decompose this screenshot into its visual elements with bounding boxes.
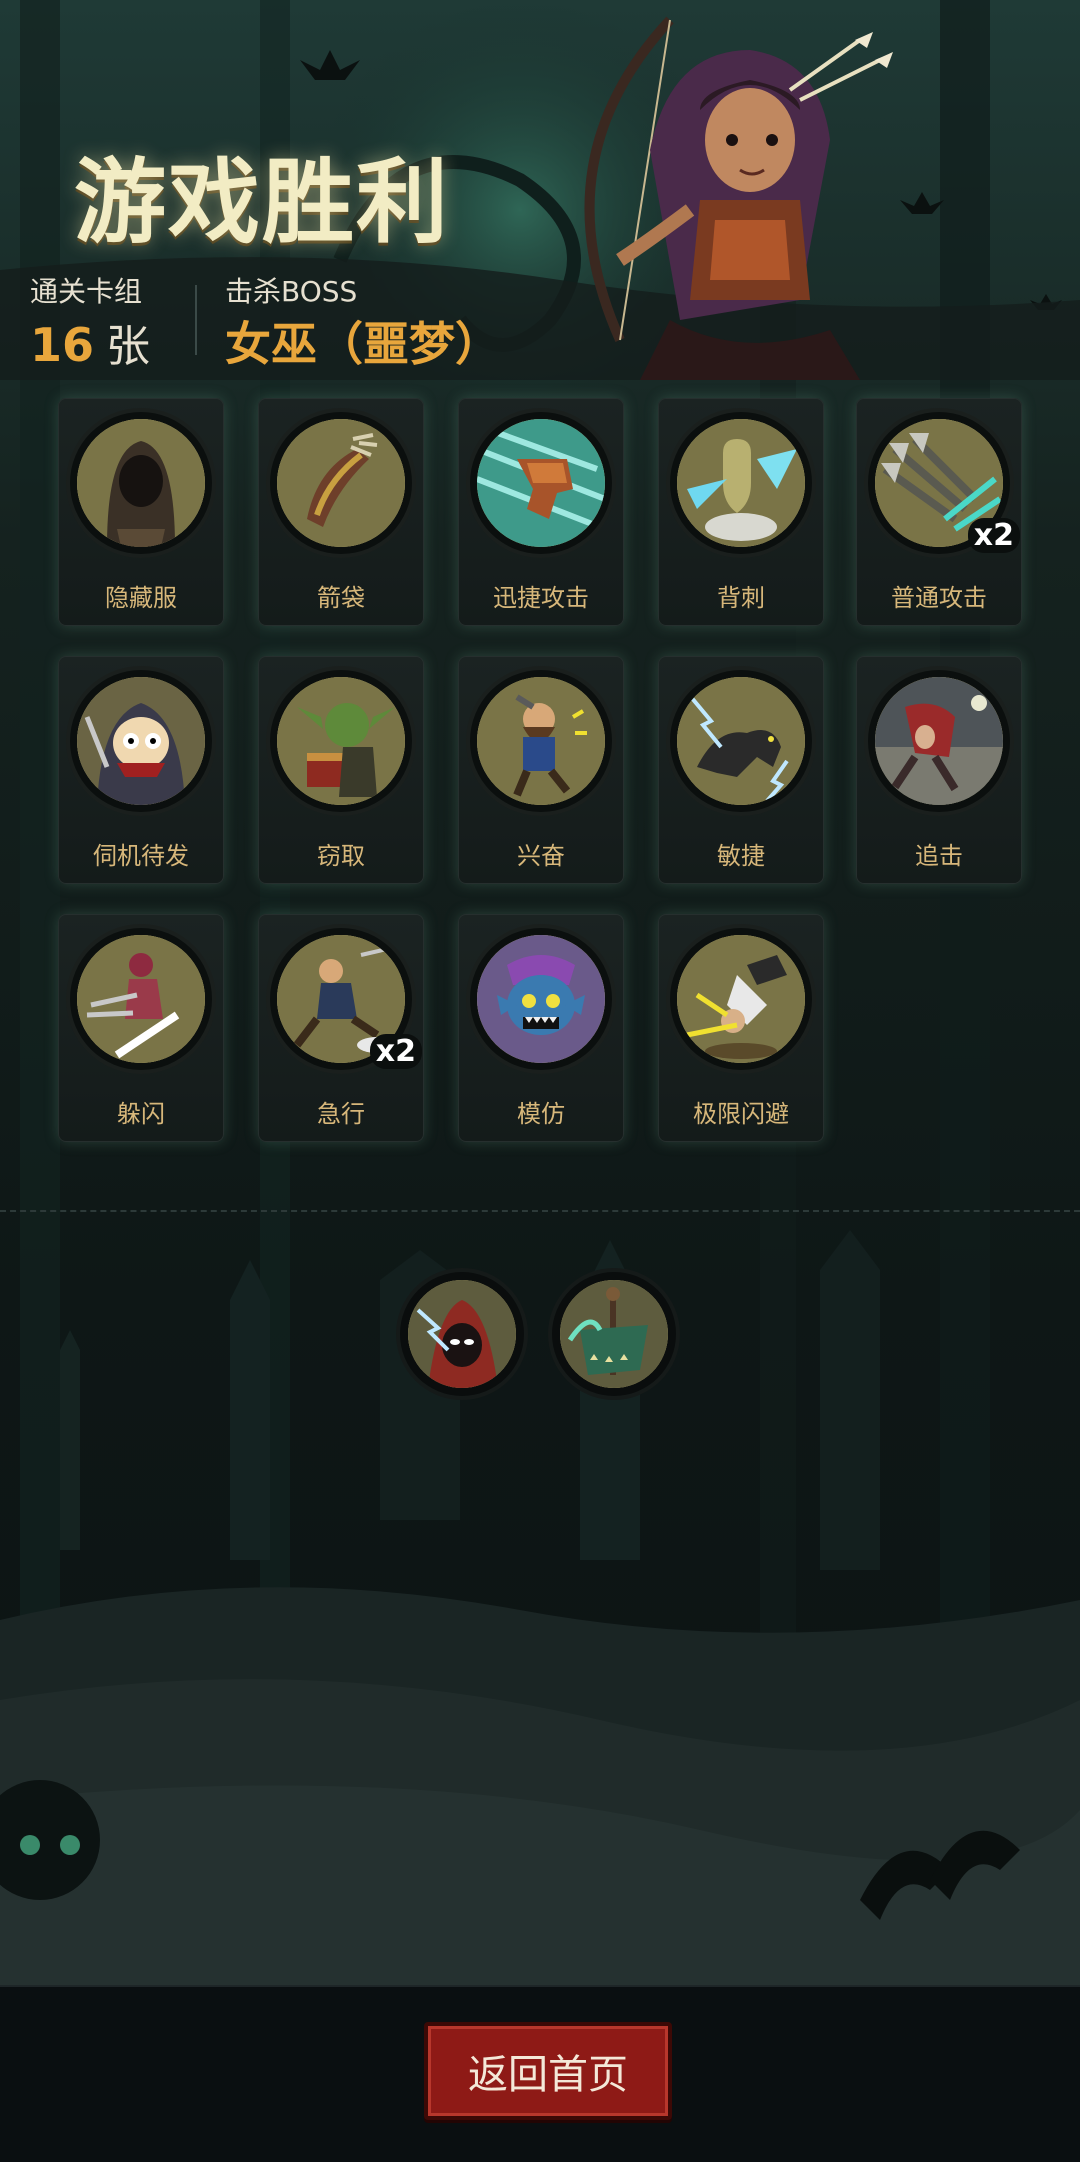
deck-card[interactable]: 模仿 [458,914,624,1142]
card-label: 迅捷攻击 [493,584,589,612]
relic-green-banner[interactable] [552,1272,676,1396]
card-frame [270,412,412,554]
deck-card[interactable]: 箭袋 [258,398,424,626]
deck-card[interactable]: 窃取 [258,656,424,884]
card-label: 敏捷 [717,842,765,870]
card-label: 隐藏服 [105,584,177,612]
card-frame [70,670,212,812]
card-label: 极限闪避 [693,1100,789,1128]
deck-card[interactable]: x2 急行 [258,914,424,1142]
card-label: 急行 [317,1100,365,1128]
deck-count: 16 张 [30,318,151,372]
section-divider [0,1210,1080,1212]
card-frame [670,412,812,554]
extreme-dodge-icon [677,935,805,1063]
deck-card[interactable]: 兴奋 [458,656,624,884]
relic-lightning-hood[interactable] [400,1272,524,1396]
deck-card[interactable]: 追击 [856,656,1022,884]
deck-card[interactable]: 伺机待发 [58,656,224,884]
return-home-button[interactable]: 返回首页 [424,2022,672,2120]
card-label: 窃取 [317,842,365,870]
card-label: 模仿 [517,1100,565,1128]
swift-strike-icon [477,419,605,547]
card-frame [470,928,612,1070]
card-frame [70,928,212,1070]
goblin-thief-icon [277,677,405,805]
deck-card[interactable]: 躲闪 [58,914,224,1142]
deck-card[interactable]: x2 普通攻击 [856,398,1022,626]
card-label: 追击 [915,842,963,870]
card-frame [470,670,612,812]
card-label: 背刺 [717,584,765,612]
victory-title: 游戏胜利 [74,149,451,256]
dodge-icon [77,935,205,1063]
deck-card[interactable]: 敏捷 [658,656,824,884]
card-label: 伺机待发 [93,842,189,870]
backstab-icon [677,419,805,547]
ready-archer-icon [77,677,205,805]
card-label: 躲闪 [117,1100,165,1128]
card-count-badge: x2 [967,518,1020,553]
lightning-hood-relic-icon [408,1280,516,1388]
deck-card[interactable]: 迅捷攻击 [458,398,624,626]
quiver-icon [277,419,405,547]
boss-label: 击杀BOSS [225,275,358,308]
deck-card[interactable]: 背刺 [658,398,824,626]
stats-divider [195,285,197,355]
card-label: 普通攻击 [891,584,987,612]
deck-label: 通关卡组 [30,275,143,308]
card-label: 箭袋 [317,584,365,612]
deck-card[interactable]: 隐藏服 [58,398,224,626]
card-frame [670,670,812,812]
card-frame [470,412,612,554]
panther-icon [677,677,805,805]
card-frame [670,928,812,1070]
hood-cloak-icon [77,419,205,547]
card-label: 兴奋 [517,842,565,870]
hero-archer-illustration [500,0,1020,384]
excited-dwarf-icon [477,677,605,805]
mimic-goblin-icon [477,935,605,1063]
card-frame [270,670,412,812]
pursuit-icon [875,677,1003,805]
card-count-badge: x2 [369,1034,422,1069]
boss-name: 女巫（噩梦） [225,317,501,371]
deck-unit: 张 [106,321,151,372]
card-frame [70,412,212,554]
deck-card[interactable]: 极限闪避 [658,914,824,1142]
green-banner-relic-icon [560,1280,668,1388]
card-frame [868,670,1010,812]
